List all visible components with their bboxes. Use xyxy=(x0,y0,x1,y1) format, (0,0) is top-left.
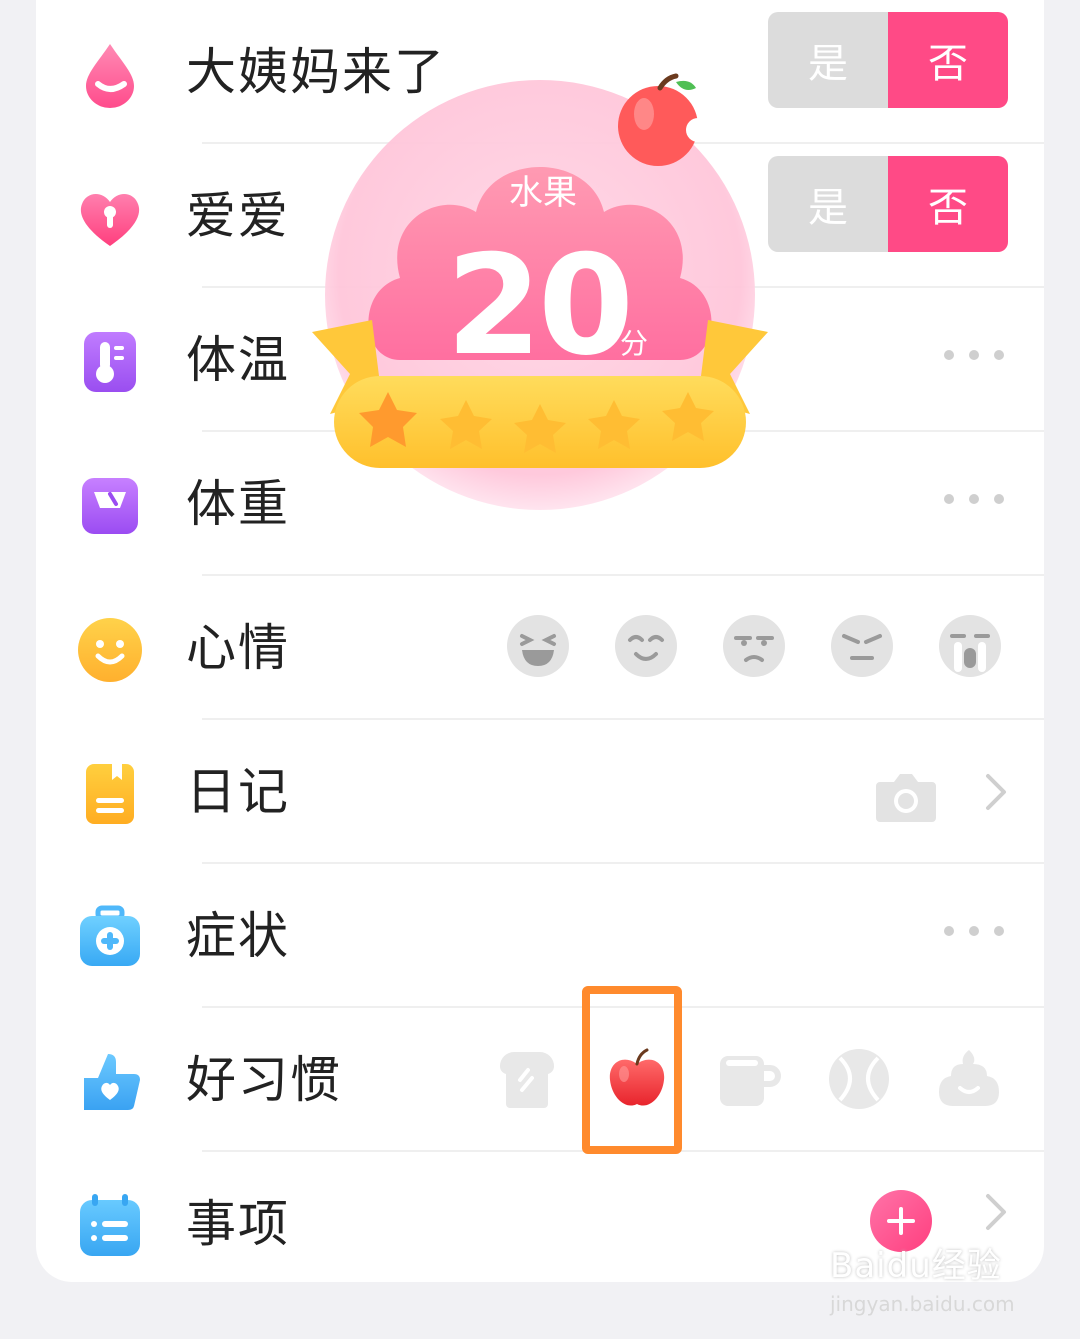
chevron-right-icon[interactable] xyxy=(982,772,1012,812)
cup-icon[interactable] xyxy=(716,1046,782,1112)
row-label: 症状 xyxy=(186,907,290,965)
ball-icon[interactable] xyxy=(826,1046,892,1112)
more-icon[interactable] xyxy=(944,926,1004,942)
love-toggle: 是 否 xyxy=(768,156,1008,252)
row-diary[interactable]: 日记 xyxy=(36,720,1044,864)
no-button[interactable]: 否 xyxy=(888,12,1008,108)
badge-category: 水果 xyxy=(509,173,577,213)
row-label: 事项 xyxy=(186,1195,290,1253)
smile-icon xyxy=(78,618,142,682)
row-symptom[interactable]: 症状 xyxy=(36,864,1044,1008)
yes-button[interactable]: 是 xyxy=(768,12,888,108)
smiling-face-icon[interactable] xyxy=(614,614,678,678)
thermometer-icon xyxy=(84,332,136,392)
apple-highlight-box xyxy=(582,986,682,1154)
no-button[interactable]: 否 xyxy=(888,156,1008,252)
laughing-face-icon[interactable] xyxy=(506,614,570,678)
watermark-logo: Baidu经验 xyxy=(830,1246,1002,1286)
watermark-url: jingyan.baidu.com xyxy=(830,1292,1015,1316)
row-label: 体温 xyxy=(186,331,290,389)
row-label: 好习惯 xyxy=(186,1051,342,1109)
drop-icon xyxy=(86,44,134,108)
badge-score: 20 xyxy=(445,225,634,386)
more-icon[interactable] xyxy=(944,350,1004,366)
scale-icon xyxy=(82,478,138,534)
camera-icon[interactable] xyxy=(874,768,938,824)
more-icon[interactable] xyxy=(944,494,1004,510)
calendar-list-icon xyxy=(80,1194,140,1256)
thumbs-up-icon xyxy=(84,1054,140,1110)
row-habits: 好习惯 xyxy=(36,1008,1044,1152)
badge-unit: 分 xyxy=(620,327,649,360)
row-label: 体重 xyxy=(186,475,290,533)
row-label: 爱爱 xyxy=(186,187,290,245)
heart-icon xyxy=(80,193,140,246)
row-label: 日记 xyxy=(186,763,290,821)
poop-icon[interactable] xyxy=(936,1046,1002,1112)
period-toggle: 是 否 xyxy=(768,12,1008,108)
yes-button[interactable]: 是 xyxy=(768,156,888,252)
angry-face-icon[interactable] xyxy=(830,614,894,678)
toast-icon[interactable] xyxy=(494,1046,560,1112)
annoyed-face-icon[interactable] xyxy=(722,614,786,678)
chevron-right-icon[interactable] xyxy=(982,1192,1012,1232)
row-label: 心情 xyxy=(186,619,290,677)
medical-kit-icon xyxy=(80,905,140,966)
diary-icon xyxy=(86,764,134,824)
crying-face-icon[interactable] xyxy=(938,614,1002,678)
row-mood: 心情 xyxy=(36,576,1044,720)
